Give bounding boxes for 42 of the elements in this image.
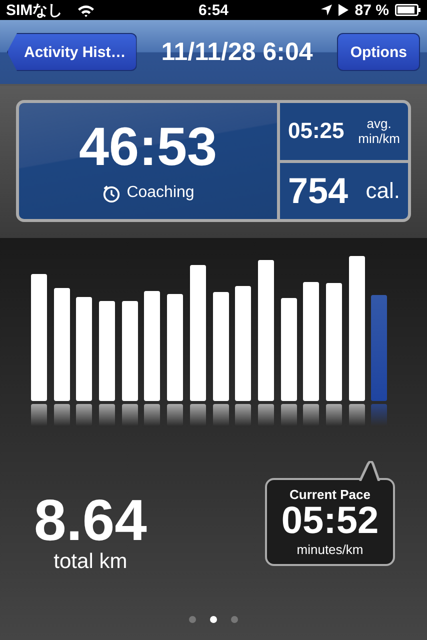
current-pace-value: 05:52	[281, 502, 379, 542]
bar-reflection	[212, 404, 228, 426]
bar-reflection	[303, 404, 320, 426]
avg-pace-value: 05:25	[288, 118, 344, 144]
bar-reflection	[371, 404, 388, 426]
clock: 6:54	[198, 2, 229, 18]
bar-reflection	[235, 404, 252, 426]
bar-reflection	[348, 404, 365, 426]
page-dot[interactable]	[210, 616, 217, 623]
page-dot[interactable]	[231, 616, 238, 623]
duration-value: 46:53	[78, 120, 218, 174]
current-pace-unit: minutes/km	[296, 542, 364, 557]
location-arrow-icon	[320, 4, 332, 16]
carrier-label: SIMなし	[6, 0, 63, 20]
avg-label: avg.	[366, 116, 392, 132]
distance-unit: total km	[54, 550, 128, 574]
bar-reflection	[190, 404, 206, 426]
bar-reflection	[326, 404, 342, 426]
bar-reflection	[122, 404, 138, 426]
avg-unit: min/km	[358, 131, 400, 147]
bar-reflection	[280, 404, 297, 426]
calories-value: 754	[288, 170, 348, 212]
bar-reflection	[167, 404, 184, 426]
options-button[interactable]: Options	[337, 33, 420, 71]
bar-reflection	[76, 404, 92, 426]
current-pace-title: Current Pace	[290, 487, 370, 502]
bar-reflection	[31, 404, 47, 426]
nav-title: 11/11/28 6:04	[161, 38, 313, 66]
bar-reflection	[144, 404, 160, 426]
bar-reflection	[258, 404, 274, 426]
calories-unit: cal.	[366, 178, 400, 204]
stopwatch-icon	[102, 184, 121, 202]
play-icon	[338, 4, 349, 16]
bar-reflection	[99, 404, 116, 426]
battery-icon	[395, 4, 421, 16]
battery-percent: 87 %	[354, 2, 389, 18]
distance-value: 8.64	[34, 492, 147, 550]
coaching-label: Coaching	[126, 184, 194, 202]
bar-reflection	[54, 404, 70, 426]
page-dot[interactable]	[189, 616, 196, 623]
wifi-icon	[76, 4, 95, 16]
back-button[interactable]: Activity Hist…	[7, 33, 137, 71]
